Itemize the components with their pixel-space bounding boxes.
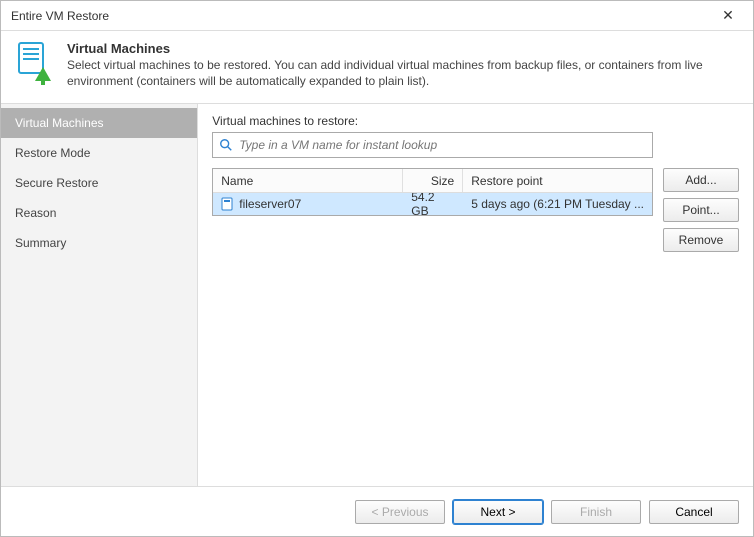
titlebar: Entire VM Restore ✕	[1, 1, 753, 31]
point-button[interactable]: Point...	[663, 198, 739, 222]
table-row[interactable]: fileserver07 54.2 GB 5 days ago (6:21 PM…	[213, 193, 652, 215]
sidebar-item-virtual-machines[interactable]: Virtual Machines	[1, 108, 197, 138]
sidebar: Virtual Machines Restore Mode Secure Res…	[1, 104, 198, 486]
column-header-name[interactable]: Name	[213, 169, 403, 192]
sidebar-item-reason[interactable]: Reason	[1, 198, 197, 228]
window-title: Entire VM Restore	[11, 9, 713, 23]
search-input[interactable]	[239, 138, 646, 152]
search-box[interactable]	[212, 132, 653, 158]
sidebar-item-label: Restore Mode	[15, 146, 90, 160]
sidebar-item-label: Summary	[15, 236, 66, 250]
cell-size: 54.2 GB	[411, 193, 455, 215]
column-header-restore-point[interactable]: Restore point	[463, 169, 652, 192]
next-button[interactable]: Next >	[453, 500, 543, 524]
close-button[interactable]: ✕	[713, 7, 743, 24]
window: Entire VM Restore ✕ Virtual Machines Sel…	[0, 0, 754, 537]
header-text: Virtual Machines Select virtual machines…	[67, 41, 739, 89]
header: Virtual Machines Select virtual machines…	[1, 31, 753, 103]
button-column: Add... Point... Remove	[663, 132, 739, 252]
column-header-size[interactable]: Size	[403, 169, 463, 192]
footer: < Previous Next > Finish Cancel	[1, 486, 753, 536]
sidebar-item-label: Reason	[15, 206, 56, 220]
main-label: Virtual machines to restore:	[212, 114, 739, 128]
vm-grid: Name Size Restore point	[212, 168, 653, 216]
header-description: Select virtual machines to be restored. …	[67, 58, 739, 89]
sidebar-item-summary[interactable]: Summary	[1, 228, 197, 258]
add-button[interactable]: Add...	[663, 168, 739, 192]
previous-button[interactable]: < Previous	[355, 500, 445, 524]
cell-restore-point: 5 days ago (6:21 PM Tuesday ...	[471, 197, 644, 211]
sidebar-item-secure-restore[interactable]: Secure Restore	[1, 168, 197, 198]
sidebar-item-label: Virtual Machines	[15, 116, 104, 130]
finish-button[interactable]: Finish	[551, 500, 641, 524]
remove-button[interactable]: Remove	[663, 228, 739, 252]
sidebar-item-label: Secure Restore	[15, 176, 98, 190]
body: Virtual Machines Restore Mode Secure Res…	[1, 103, 753, 486]
cell-name: fileserver07	[239, 197, 301, 211]
restore-wizard-icon	[15, 41, 55, 85]
sidebar-item-restore-mode[interactable]: Restore Mode	[1, 138, 197, 168]
grid-rows: fileserver07 54.2 GB 5 days ago (6:21 PM…	[213, 193, 652, 215]
header-title: Virtual Machines	[67, 41, 739, 56]
search-icon	[219, 138, 233, 152]
grid-header: Name Size Restore point	[213, 169, 652, 193]
main-panel: Virtual machines to restore: Name Size	[198, 104, 753, 486]
cancel-button[interactable]: Cancel	[649, 500, 739, 524]
vm-icon	[221, 197, 233, 211]
